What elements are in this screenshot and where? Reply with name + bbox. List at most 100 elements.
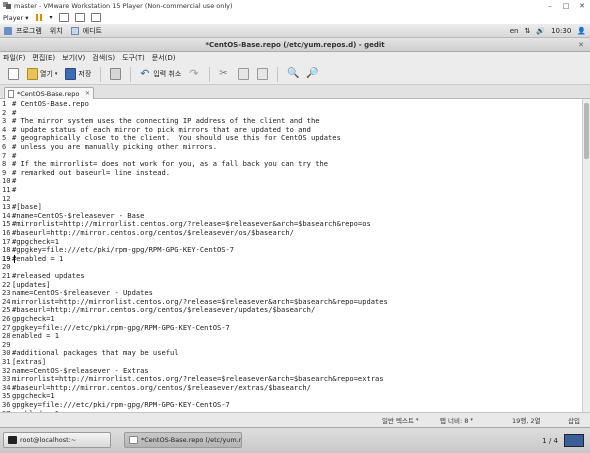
code-text[interactable]: # remarked out baseurl= line instead.: [12, 168, 170, 177]
undo-button[interactable]: ↶ 입력 취소: [138, 66, 183, 82]
terminal-icon: [8, 436, 17, 444]
workspace-switcher[interactable]: [564, 434, 584, 447]
syntax-mode-label: 일반 텍스트: [382, 417, 414, 425]
undo-label: 입력 취소: [153, 70, 182, 78]
vmware-window-title: master - VMware Workstation 15 Player (N…: [14, 1, 233, 10]
code-line[interactable]: 6 # unless you are manually picking other…: [0, 142, 217, 152]
print-button[interactable]: [108, 66, 123, 82]
new-document-button[interactable]: [6, 66, 21, 82]
code-text[interactable]: #: [12, 185, 16, 194]
new-document-icon: [8, 68, 19, 80]
gedit-menubar: 파일(F) 편집(E) 보기(V) 검색(S) 도구(T) 문서(D): [0, 52, 590, 64]
menu-tools[interactable]: 도구(T): [122, 53, 145, 63]
folder-open-icon: [27, 68, 38, 80]
user-icon[interactable]: 👤: [577, 27, 586, 35]
taskbar-item-terminal[interactable]: root@localhost:~: [3, 432, 111, 448]
volume-icon[interactable]: 🔊: [536, 27, 545, 35]
menu-file[interactable]: 파일(F): [3, 53, 25, 63]
toolbar-separator: [130, 66, 132, 82]
find-button[interactable]: 🔍: [285, 66, 300, 82]
player-label: Player: [3, 13, 24, 22]
tab-centos-base-repo[interactable]: *CentOS-Base.repo ✕: [4, 87, 94, 99]
tab-label: *CentOS-Base.repo: [17, 89, 80, 98]
gedit-window-title: *CentOS-Base.repo (/etc/yum.repos.d) - g…: [205, 41, 385, 49]
applications-icon: [4, 26, 12, 35]
open-button[interactable]: 열기 ▾: [25, 66, 59, 82]
places-menu[interactable]: 위치: [46, 26, 67, 36]
fit-guest-icon[interactable]: [74, 13, 85, 22]
vmware-toolbar: Player ▾ ▾: [0, 11, 590, 24]
pause-icon[interactable]: [35, 13, 44, 22]
gedit-toolbar: 열기 ▾ 저장 ↶ 입력 취소 ↷ ✂ 🔍 🔎: [0, 64, 590, 85]
chevron-down-icon: ▾: [25, 13, 29, 22]
find-replace-icon: 🔎: [306, 68, 319, 79]
text-editor-area[interactable]: 1 # CentOS-Base.repo 2 #3 # The mirror syste…: [0, 99, 590, 412]
save-label: 저장: [78, 70, 92, 78]
save-button[interactable]: 저장: [63, 66, 93, 82]
maximize-button[interactable]: □: [558, 0, 574, 11]
taskbar-item-gedit[interactable]: *CentOS-Base.repo (/etc/yum.re...: [124, 432, 242, 448]
player-menu-button[interactable]: Player ▾: [3, 14, 29, 22]
menu-search[interactable]: 검색(S): [92, 53, 115, 63]
minimize-button[interactable]: –: [542, 0, 558, 11]
input-language[interactable]: en: [510, 27, 519, 35]
network-icon[interactable]: ⇅: [525, 27, 531, 35]
toolbar-separator: [277, 66, 279, 82]
taskbar-gedit-label: *CentOS-Base.repo (/etc/yum.re...: [141, 436, 242, 444]
text-cursor: [14, 254, 15, 263]
unity-mode-icon[interactable]: [90, 13, 101, 22]
menu-edit[interactable]: 편집(E): [32, 53, 55, 63]
send-ctrl-alt-del-icon[interactable]: [58, 13, 69, 22]
find-replace-button[interactable]: 🔎: [304, 66, 319, 82]
document-tab-bar: *CentOS-Base.repo ✕: [0, 85, 590, 99]
insert-mode: 삽입: [568, 417, 580, 425]
toolbar-separator: [209, 66, 211, 82]
copy-icon: [238, 68, 250, 80]
clock[interactable]: 10:30: [551, 27, 571, 35]
code-text[interactable]: enabled = 1: [12, 331, 59, 340]
cursor-position: 19행, 2열: [512, 417, 541, 425]
menu-documents[interactable]: 문서(D): [152, 53, 176, 63]
code-text[interactable]: #baseurl=http://mirror.centos.org/centos…: [12, 305, 315, 315]
vertical-scrollbar[interactable]: [582, 99, 590, 412]
undo-icon: ↶: [140, 67, 150, 80]
tab-width-selector[interactable]: 탭 너비: 8 ▾: [440, 415, 473, 425]
editor-launcher[interactable]: 에디트: [79, 26, 106, 36]
bottom-taskbar: root@localhost:~ *CentOS-Base.repo (/etc…: [0, 427, 590, 453]
code-text[interactable]: #enabled = 1: [12, 254, 63, 263]
chevron-down-icon: ▾: [470, 417, 473, 423]
code-text[interactable]: # unless you are manually picking other …: [12, 142, 217, 151]
toolbar-separator: [100, 66, 102, 82]
code-text[interactable]: #baseurl=http://mirror.centos.org/centos…: [12, 383, 311, 392]
code-text[interactable]: # CentOS-Base.repo: [12, 99, 89, 108]
gedit-close-icon[interactable]: ✕: [576, 40, 586, 50]
syntax-mode-selector[interactable]: 일반 텍스트 ▾: [382, 415, 418, 425]
tab-width-label: 탭 너비: 8: [440, 417, 469, 425]
cut-button[interactable]: ✂: [217, 66, 232, 82]
document-icon: [8, 89, 14, 98]
redo-icon: ↷: [189, 67, 199, 80]
taskbar-terminal-label: root@localhost:~: [20, 436, 77, 444]
search-icon: 🔍: [287, 68, 300, 79]
gedit-icon: [129, 436, 138, 444]
open-label: 열기: [40, 70, 53, 78]
applications-menu[interactable]: 프로그램: [12, 26, 46, 36]
redo-button[interactable]: ↷: [187, 66, 202, 82]
chevron-down-icon: ▾: [54, 71, 58, 77]
workspace-pager-label: 1 / 4: [542, 437, 558, 445]
gnome-top-panel: 프로그램 위치 에디트 en ⇅ 🔊 10:30 👤: [0, 24, 590, 38]
menu-view[interactable]: 보기(V): [62, 53, 85, 63]
paste-icon: [257, 68, 269, 80]
paste-button[interactable]: [255, 66, 270, 82]
tab-close-icon[interactable]: ✕: [85, 90, 90, 97]
vmware-logo-icon: [3, 2, 11, 9]
code-line[interactable]: 9 # remarked out baseurl= line instead.: [0, 168, 170, 178]
scrollbar-thumb[interactable]: [584, 103, 589, 159]
copy-button[interactable]: [236, 66, 251, 82]
vmware-window-controls: – □ ✕: [542, 0, 590, 11]
chevron-down-icon: ▾: [415, 417, 419, 423]
vmware-title-bar: master - VMware Workstation 15 Player (N…: [0, 0, 590, 11]
text-editor-launcher-icon[interactable]: [70, 26, 79, 35]
chevron-down-icon[interactable]: ▾: [50, 14, 53, 21]
close-button[interactable]: ✕: [574, 0, 590, 11]
